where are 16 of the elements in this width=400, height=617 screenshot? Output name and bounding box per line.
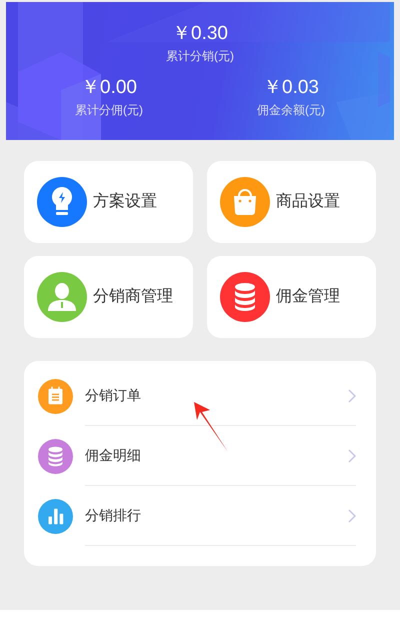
stat-value: ￥0.00 xyxy=(81,76,137,100)
stat-label: 佣金余额(元) xyxy=(257,102,325,118)
feature-tile[interactable]: 方案设置 xyxy=(24,161,193,243)
feature-tile[interactable]: 佣金管理 xyxy=(207,256,376,338)
menu-item[interactable]: 佣金明细 xyxy=(24,426,376,486)
stat-label: 累计分佣(元) xyxy=(75,102,143,118)
feature-tile[interactable]: 商品设置 xyxy=(207,161,376,243)
total-sales-label: 累计分销(元) xyxy=(166,48,234,64)
feature-tile[interactable]: 分销商管理 xyxy=(24,256,193,338)
stat-value: ￥0.03 xyxy=(263,76,319,100)
chevron-icon xyxy=(348,448,356,462)
menu-item[interactable]: 分销排行 xyxy=(24,486,376,546)
menu-item[interactable]: 分销订单 xyxy=(24,366,376,426)
chevron-icon xyxy=(348,388,356,402)
total-sales-value: ￥0.30 xyxy=(172,22,228,46)
chevron-icon xyxy=(348,508,356,522)
